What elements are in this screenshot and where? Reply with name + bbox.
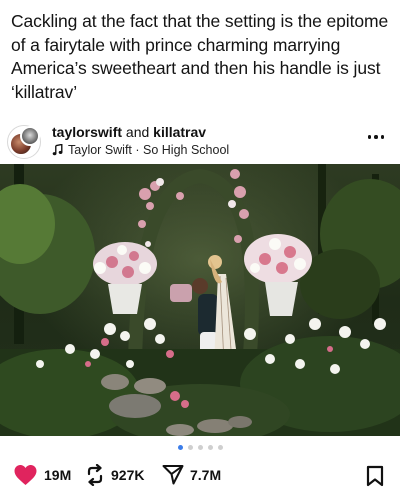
- more-horizontal-icon[interactable]: [366, 130, 386, 144]
- action-bar: 19M 927K 7.7M: [0, 462, 400, 492]
- share-button[interactable]: 7.7M: [162, 464, 221, 485]
- collab-avatar[interactable]: [7, 125, 41, 159]
- repost-button[interactable]: 927K: [85, 464, 144, 486]
- repost-count: 927K: [111, 467, 145, 483]
- bookmark-icon: [366, 465, 384, 487]
- music-note-icon: [52, 144, 63, 156]
- carousel-dot: [217, 445, 223, 450]
- carousel-indicator: [0, 445, 400, 450]
- carousel-dot-active: [177, 445, 183, 450]
- post-header: taylorswift and killatrav Taylor Swift ·…: [0, 122, 400, 162]
- send-icon: [162, 465, 184, 485]
- like-count: 19M: [44, 467, 72, 483]
- post-caption: Cackling at the fact that the setting is…: [11, 11, 389, 102]
- proposal-garden-image: [0, 164, 400, 436]
- carousel-dot: [207, 445, 213, 450]
- bookmark-button[interactable]: [366, 465, 384, 492]
- repost-icon: [87, 464, 103, 486]
- post-authors: taylorswift and killatrav: [52, 124, 206, 140]
- author-killatrav[interactable]: killatrav: [153, 124, 206, 140]
- music-attribution[interactable]: Taylor Swift · So High School: [52, 143, 229, 157]
- post-photo[interactable]: [0, 164, 400, 436]
- author-connector: and: [125, 124, 150, 140]
- share-count: 7.7M: [190, 466, 222, 483]
- carousel-dot: [187, 445, 193, 450]
- like-button[interactable]: 19M: [13, 464, 71, 486]
- avatar-killatrav: [20, 126, 40, 146]
- author-taylorswift[interactable]: taylorswift: [52, 124, 122, 140]
- heart-icon: [14, 465, 37, 485]
- carousel-dot: [197, 445, 203, 450]
- music-label: Taylor Swift · So High School: [68, 143, 230, 157]
